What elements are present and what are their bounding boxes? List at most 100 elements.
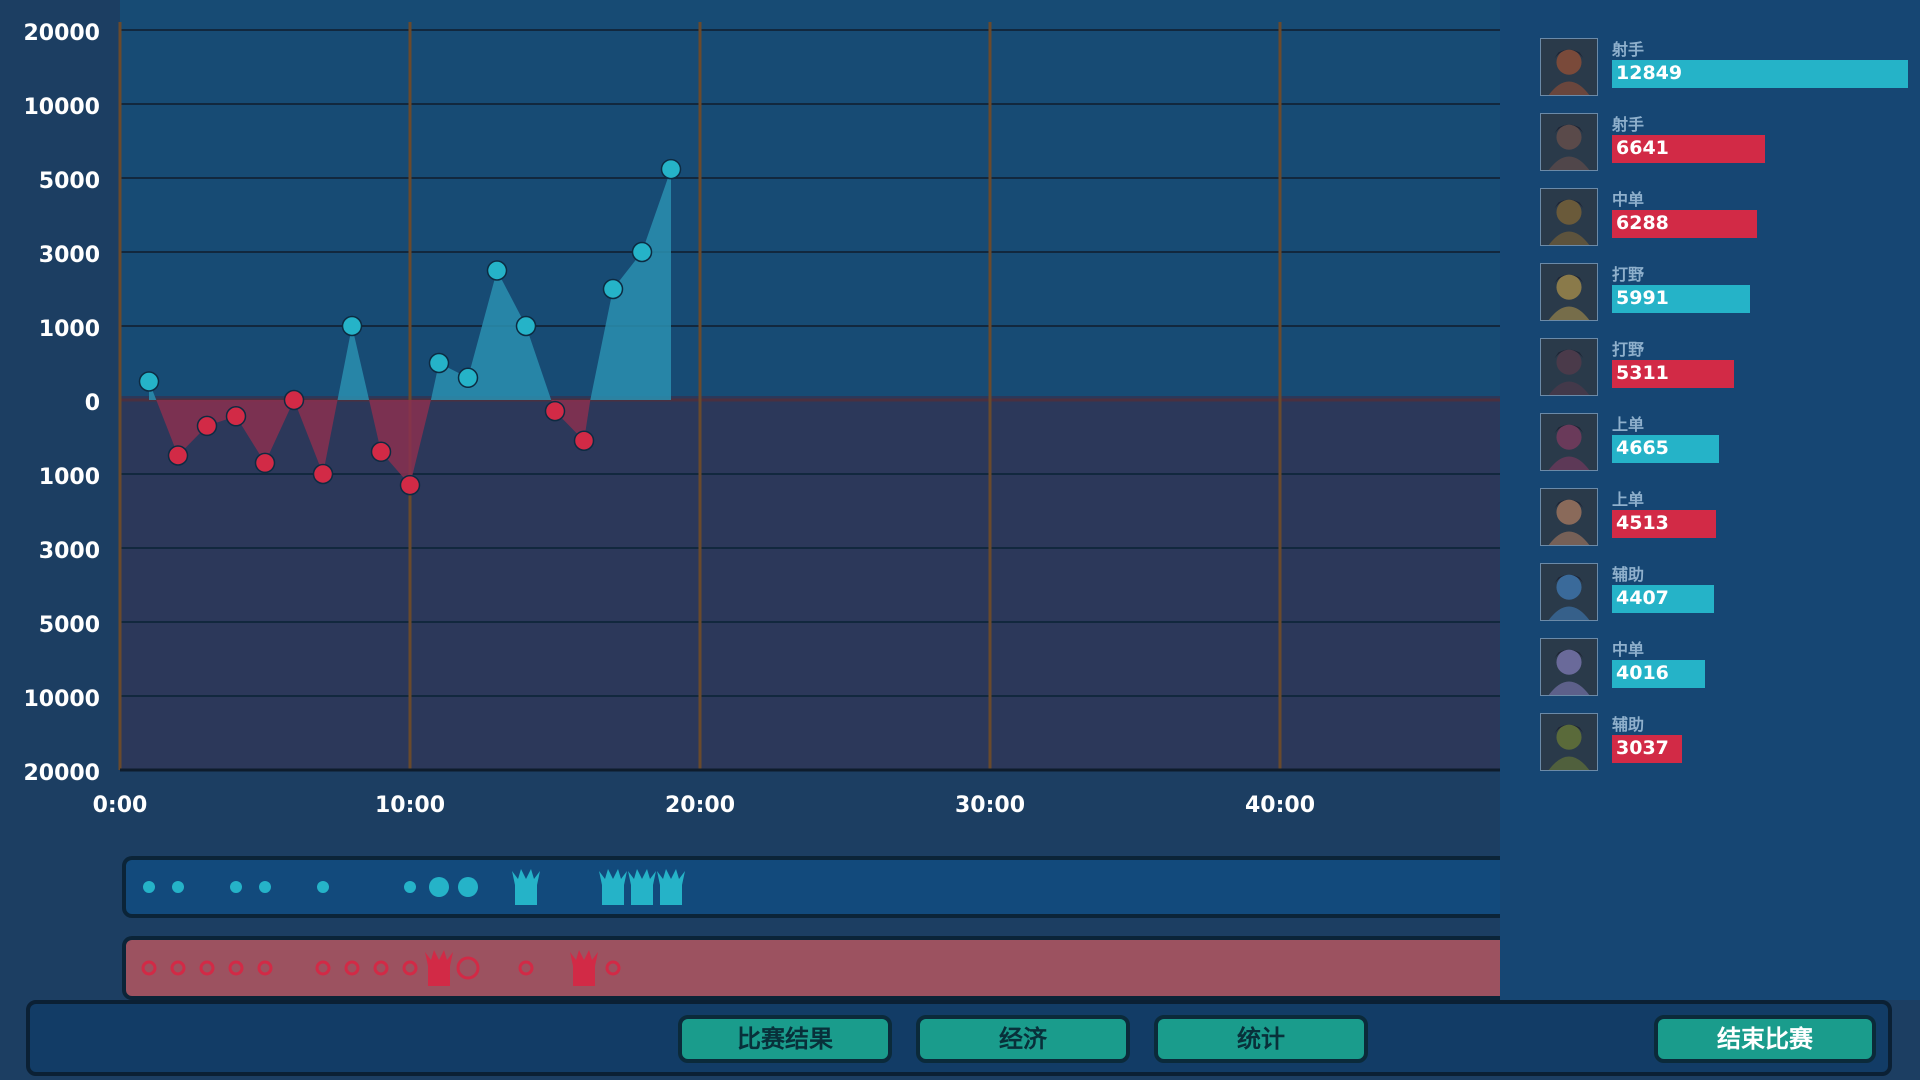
x-axis-ticks: 0:00 10:00 20:00 30:00 40:00: [93, 793, 1315, 818]
player-row: 射手 6641: [1540, 113, 1910, 173]
major-kill-event-marker: [429, 877, 449, 897]
player-gold-value: 4665: [1616, 437, 1669, 459]
player-gold-bar: 5991: [1612, 285, 1750, 313]
player-role-label: 打野: [1612, 340, 1645, 359]
gold-difference-chart: 2000010000500030001000010003000500010000…: [23, 0, 1500, 1000]
player-gold-value: 6641: [1616, 137, 1669, 159]
y-tick-label: 10000: [23, 95, 100, 120]
data-point: [167, 445, 189, 466]
x-tick-label: 40:00: [1245, 793, 1315, 818]
y-tick-label: 0: [85, 391, 100, 416]
data-point: [660, 158, 682, 180]
player-gold-value: 4016: [1616, 662, 1669, 684]
hero-portrait-icon: [1540, 488, 1598, 546]
player-row: 打野 5311: [1540, 338, 1910, 398]
player-gold-bar: 6641: [1612, 135, 1765, 163]
player-role-label: 辅助: [1612, 715, 1645, 734]
player-role-label: 射手: [1612, 115, 1645, 134]
data-point: [225, 406, 247, 427]
data-point: [138, 371, 160, 392]
player-row: 中单 4016: [1540, 638, 1910, 698]
player-gold-value: 12849: [1616, 62, 1683, 84]
player-gold-bar: 4665: [1612, 435, 1719, 463]
player-gold-bar: 4407: [1612, 585, 1714, 613]
player-gold-value: 5991: [1616, 287, 1669, 309]
data-point: [370, 441, 392, 463]
y-tick-label: 1000: [39, 317, 100, 342]
stats-button[interactable]: 统计: [1154, 1015, 1368, 1063]
major-kill-event-marker: [458, 877, 478, 897]
y-tick-label: 3000: [39, 243, 100, 268]
player-row: 辅助 4407: [1540, 563, 1910, 623]
kill-event-marker: [230, 881, 242, 893]
data-point: [341, 315, 363, 337]
y-tick-label: 1000: [39, 465, 100, 490]
y-tick-label: 20000: [23, 21, 100, 46]
player-gold-value: 4407: [1616, 587, 1669, 609]
kill-event-marker: [317, 881, 329, 893]
data-point: [428, 352, 450, 374]
hero-portrait-icon: [1540, 38, 1598, 96]
player-role-label: 射手: [1612, 40, 1645, 59]
data-point: [544, 400, 566, 422]
kill-event-marker: [404, 881, 416, 893]
data-point: [254, 452, 276, 474]
player-role-label: 上单: [1612, 415, 1645, 434]
player-row: 上单 4665: [1540, 413, 1910, 473]
match-result-button[interactable]: 比赛结果: [678, 1015, 892, 1063]
data-point: [312, 463, 334, 485]
player-row: 中单 6288: [1540, 188, 1910, 248]
data-point: [573, 430, 595, 451]
player-role-label: 辅助: [1612, 565, 1645, 584]
y-tick-label: 5000: [39, 613, 100, 638]
player-row: 射手 12849: [1540, 38, 1910, 98]
player-row: 辅助 3037: [1540, 713, 1910, 773]
x-tick-label: 30:00: [955, 793, 1025, 818]
hero-portrait-icon: [1540, 563, 1598, 621]
y-axis-ticks: 2000010000500030001000010003000500010000…: [23, 21, 100, 786]
x-tick-label: 10:00: [375, 793, 445, 818]
hero-portrait-icon: [1540, 638, 1598, 696]
hero-portrait-icon: [1540, 413, 1598, 471]
player-gold-bar: 3037: [1612, 735, 1682, 763]
data-point: [457, 367, 479, 389]
player-gold-bar: 4513: [1612, 510, 1716, 538]
y-tick-label: 3000: [39, 539, 100, 564]
player-row: 打野 5991: [1540, 263, 1910, 323]
player-gold-value: 3037: [1616, 737, 1669, 759]
data-point: [196, 415, 218, 437]
player-role-label: 打野: [1612, 265, 1645, 284]
data-point: [515, 315, 537, 337]
player-role-label: 中单: [1612, 640, 1645, 659]
data-point: [399, 474, 421, 496]
player-gold-bar: 5311: [1612, 360, 1734, 388]
data-point: [602, 278, 624, 300]
player-gold-bar: 4016: [1612, 660, 1705, 688]
hero-portrait-icon: [1540, 338, 1598, 396]
player-gold-value: 4513: [1616, 512, 1669, 534]
y-tick-label: 20000: [23, 761, 100, 786]
player-role-label: 中单: [1612, 190, 1645, 209]
kill-event-marker: [172, 881, 184, 893]
player-gold-value: 5311: [1616, 362, 1669, 384]
player-gold-bar: 12849: [1612, 60, 1908, 88]
blue-team-timeline-track: [122, 856, 1500, 918]
player-gold-value: 6288: [1616, 212, 1669, 234]
x-tick-label: 20:00: [665, 793, 735, 818]
data-point: [283, 389, 305, 411]
player-role-label: 上单: [1612, 490, 1645, 509]
hero-portrait-icon: [1540, 713, 1598, 771]
kill-event-marker: [143, 881, 155, 893]
hero-portrait-icon: [1540, 113, 1598, 171]
y-tick-label: 5000: [39, 169, 100, 194]
economy-button[interactable]: 经济: [916, 1015, 1130, 1063]
hero-portrait-icon: [1540, 263, 1598, 321]
end-match-button[interactable]: 结束比赛: [1654, 1015, 1876, 1063]
player-gold-sidebar: 射手 12849 射手 6641 中单 6288 打野 5991 打野 5311 上单 4665 上单 4…: [1500, 0, 1920, 1000]
y-tick-label: 10000: [23, 687, 100, 712]
kill-event-marker: [259, 881, 271, 893]
x-tick-label: 0:00: [93, 793, 148, 818]
data-point: [486, 260, 508, 281]
chart-upper-background: [120, 0, 1500, 396]
hero-portrait-icon: [1540, 188, 1598, 246]
